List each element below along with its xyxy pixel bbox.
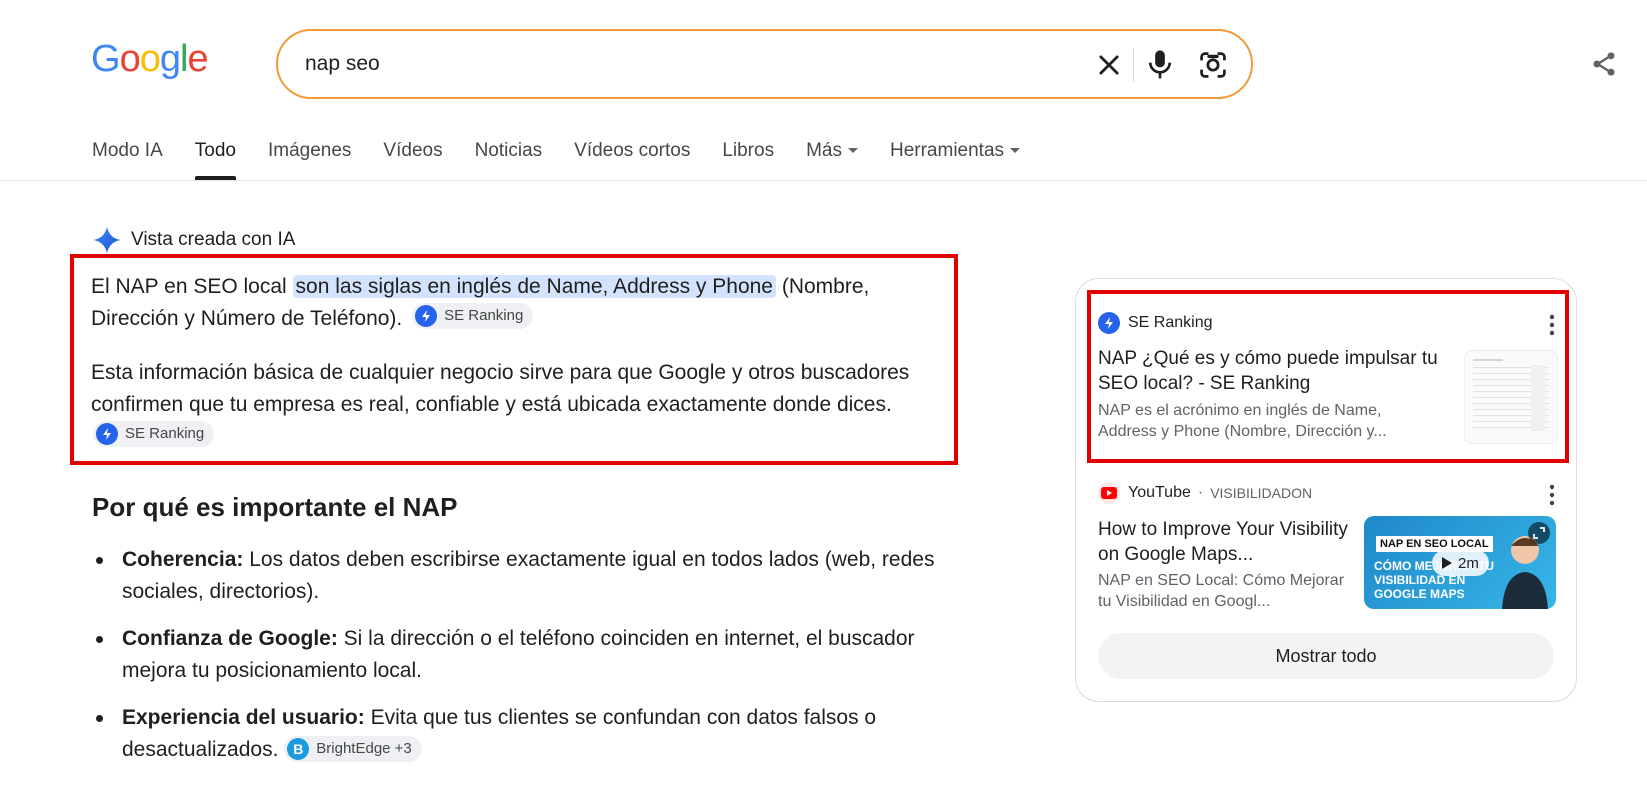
se-ranking-icon — [1098, 312, 1120, 334]
se-ranking-icon — [415, 305, 438, 327]
source-card-youtube[interactable]: YouTube · VISIBILIDADON How to Improve Y… — [1098, 482, 1558, 612]
card-channel: VISIBILIDADON — [1210, 485, 1313, 501]
source-chip-se-ranking-2[interactable]: SE Ranking — [93, 421, 215, 447]
p2-text: Esta información básica de cualquier neg… — [91, 361, 910, 416]
video-thumbnail[interactable]: NAP EN SEO LOCAL CÓMO MEJORAR TU VISIBIL… — [1364, 516, 1556, 609]
card-snippet: NAP es el acrónimo en inglés de Name, Ad… — [1098, 402, 1387, 440]
source-chip-se-ranking[interactable]: SE Ranking — [412, 303, 534, 329]
tab-vídeos[interactable]: Vídeos — [383, 140, 442, 180]
microphone-icon[interactable] — [1145, 48, 1175, 82]
clear-icon[interactable] — [1095, 51, 1123, 79]
tab-vídeos-cortos[interactable]: Vídeos cortos — [574, 140, 690, 180]
search-input[interactable]: nap seo — [305, 52, 380, 76]
duration-badge[interactable]: 2m — [1432, 550, 1489, 576]
bullet-term: Experiencia del usuario: — [122, 706, 365, 729]
card-source-name: YouTube — [1128, 484, 1191, 501]
logo-letter: l — [179, 38, 189, 80]
tab-noticias[interactable]: Noticias — [475, 140, 543, 180]
logo-letter: g — [159, 38, 181, 80]
logo-letter: G — [91, 38, 121, 80]
overview-paragraph-1: El NAP en SEO local son las siglas en in… — [91, 271, 951, 335]
tab-herramientas[interactable]: Herramientas — [889, 140, 1021, 180]
tab-modo-ia[interactable]: Modo IA — [92, 140, 163, 180]
card-title[interactable]: NAP ¿Qué es y cómo puede impulsar tu SEO… — [1098, 346, 1438, 396]
card-source-row: SE Ranking — [1098, 312, 1213, 334]
play-icon — [1442, 557, 1452, 569]
source-chip-brightedge[interactable]: B BrightEdge +3 — [284, 736, 422, 762]
tab-label: Modo IA — [92, 140, 163, 161]
card-title[interactable]: How to Improve Your Visibility on Google… — [1098, 517, 1348, 567]
gemini-sparkle-icon — [93, 226, 121, 254]
tab-label: Más — [806, 140, 842, 161]
card-source-name: SE Ranking — [1128, 314, 1213, 331]
chip-label: SE Ranking — [125, 425, 205, 442]
youtube-icon — [1098, 482, 1120, 504]
section-title: Por qué es importante el NAP — [92, 492, 458, 522]
overview-paragraph-2: Esta información básica de cualquier neg… — [91, 357, 951, 453]
brightedge-icon: B — [287, 738, 310, 760]
search-box[interactable]: nap seo — [276, 29, 1253, 99]
tab-libros[interactable]: Libros — [722, 140, 774, 180]
logo-letter: e — [187, 38, 208, 80]
importance-list: Coherencia: Los datos deben escribirse e… — [92, 544, 972, 781]
ai-overview-label: Vista creada con IA — [131, 229, 296, 250]
caret-down-icon — [1010, 148, 1021, 154]
chip-label: BrightEdge +3 — [316, 740, 412, 757]
list-item: Experiencia del usuario: Evita que tus c… — [92, 702, 972, 766]
share-icon[interactable] — [1590, 49, 1618, 79]
duration-label: 2m — [1458, 554, 1479, 572]
list-item: Confianza de Google: Si la dirección o e… — [92, 623, 972, 687]
more-options-icon[interactable] — [1549, 314, 1555, 336]
bullet-term: Confianza de Google: — [122, 627, 338, 650]
card-source-row: YouTube · VISIBILIDADON — [1098, 482, 1312, 504]
tab-label: Todo — [194, 140, 236, 161]
expand-icon[interactable] — [1528, 522, 1550, 544]
tab-label: Vídeos cortos — [574, 140, 691, 161]
source-card-se-ranking[interactable]: SE Ranking NAP ¿Qué es y cómo puede impu… — [1098, 310, 1558, 450]
show-all-button[interactable]: Mostrar todo — [1098, 633, 1554, 679]
caret-down-icon — [847, 148, 858, 154]
p1-before: El NAP en SEO local — [91, 275, 293, 298]
p1-highlight[interactable]: son las siglas en inglés de Name, Addres… — [292, 275, 776, 298]
tab-todo[interactable]: Todo — [194, 140, 237, 180]
more-options-icon[interactable] — [1549, 484, 1555, 506]
ai-overview-heading: Vista creada con IA — [92, 225, 295, 255]
search-divider — [1133, 48, 1134, 82]
search-tabs: Modo IA Todo Imágenes Vídeos Noticias Vídeos … — [92, 140, 1052, 180]
separator-dot: · — [1197, 484, 1204, 501]
header-divider — [0, 180, 1647, 181]
list-item: Coherencia: Los datos deben escribirse e… — [92, 544, 972, 608]
chip-label: SE Ranking — [444, 307, 524, 324]
document-preview-icon — [1473, 359, 1549, 431]
bullet-text: Los datos deben escribirse exactamente i… — [122, 548, 935, 603]
tab-label: Libros — [722, 140, 775, 161]
logo-letter: o — [119, 38, 141, 80]
tab-label: Herramientas — [889, 140, 1005, 161]
bullet-term: Coherencia: — [122, 548, 244, 571]
card-snippet: NAP en SEO Local: Cómo Mejorar tu Visibi… — [1098, 572, 1345, 610]
tab-label: Vídeos — [383, 140, 443, 161]
se-ranking-icon — [96, 423, 118, 445]
tab-label: Imágenes — [267, 140, 352, 161]
article-thumbnail[interactable] — [1464, 350, 1558, 444]
tab-label: Noticias — [474, 140, 543, 161]
tab-más[interactable]: Más — [806, 140, 858, 180]
google-logo[interactable]: Google — [91, 38, 209, 81]
google-lens-icon[interactable] — [1197, 49, 1229, 81]
logo-letter: o — [139, 38, 161, 80]
tab-imágenes[interactable]: Imágenes — [268, 140, 351, 180]
